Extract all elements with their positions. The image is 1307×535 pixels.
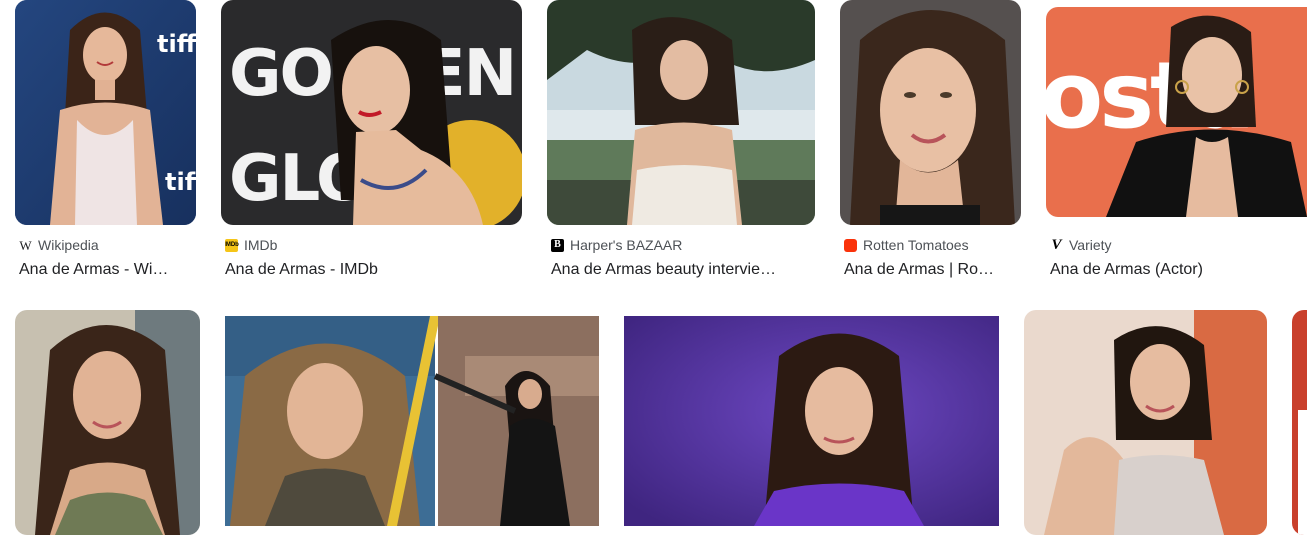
result-source: B Harper's BAZAAR <box>551 236 815 254</box>
source-name: IMDb <box>244 237 278 253</box>
result-thumbnail[interactable] <box>840 0 1021 225</box>
result-thumbnail[interactable] <box>1024 310 1267 535</box>
image-result-row2-3[interactable] <box>624 316 999 535</box>
result-source: Rotten Tomatoes <box>844 236 1021 254</box>
result-title[interactable]: Ana de Armas beauty intervie… <box>551 260 815 280</box>
image-result-harpers-bazaar[interactable]: B Harper's BAZAAR Ana de Armas beauty in… <box>547 0 815 290</box>
result-thumbnail[interactable] <box>547 0 815 225</box>
tiff-logo-text: tiff <box>157 30 196 58</box>
result-thumbnail[interactable] <box>15 310 200 535</box>
result-thumbnail[interactable] <box>225 316 599 526</box>
rotten-tomatoes-icon <box>844 238 857 252</box>
wikipedia-icon: W <box>19 237 32 253</box>
result-source: V Variety <box>1050 236 1307 254</box>
image-result-row2-2[interactable] <box>225 316 599 535</box>
result-thumbnail[interactable]: ostu <box>1046 7 1307 217</box>
source-name: Variety <box>1069 237 1112 253</box>
image-result-row2-4[interactable] <box>1024 310 1267 535</box>
result-title[interactable]: Ana de Armas (Actor) <box>1050 260 1307 280</box>
result-title[interactable]: Ana de Armas - IMDb <box>225 260 522 280</box>
image-result-row2-1[interactable] <box>15 310 200 535</box>
image-result-variety[interactable]: ostu V Variety Ana de Armas (Actor) <box>1046 0 1307 290</box>
result-source: W Wikipedia <box>19 236 196 254</box>
bazaar-icon: B <box>551 238 564 252</box>
source-name: Harper's BAZAAR <box>570 237 683 253</box>
result-thumbnail[interactable] <box>624 316 999 526</box>
result-thumbnail[interactable] <box>1292 310 1307 535</box>
image-result-wikipedia[interactable]: tiff tiff W Wikipedia Ana de Armas - Wi… <box>15 0 196 290</box>
source-name: Wikipedia <box>38 237 99 253</box>
result-title[interactable]: Ana de Armas | Ro… <box>844 260 1021 280</box>
result-thumbnail[interactable]: GOLDEN GLOBE <box>221 0 522 225</box>
svg-text:tiff: tiff <box>165 168 196 196</box>
image-result-imdb[interactable]: GOLDEN GLOBE IMDb IMDb Ana de Armas - IM… <box>221 0 522 290</box>
source-name: Rotten Tomatoes <box>863 237 969 253</box>
result-thumbnail[interactable]: tiff tiff <box>15 0 196 225</box>
image-results-grid: tiff tiff W Wikipedia Ana de Armas - Wi… <box>0 0 1307 535</box>
imdb-icon: IMDb <box>225 238 239 252</box>
variety-icon: V <box>1051 236 1062 253</box>
image-result-rotten-tomatoes[interactable]: Rotten Tomatoes Ana de Armas | Ro… <box>840 0 1021 290</box>
image-result-row2-5-partial[interactable] <box>1292 310 1307 535</box>
result-title[interactable]: Ana de Armas - Wi… <box>19 260 196 280</box>
result-source: IMDb IMDb <box>225 236 522 254</box>
